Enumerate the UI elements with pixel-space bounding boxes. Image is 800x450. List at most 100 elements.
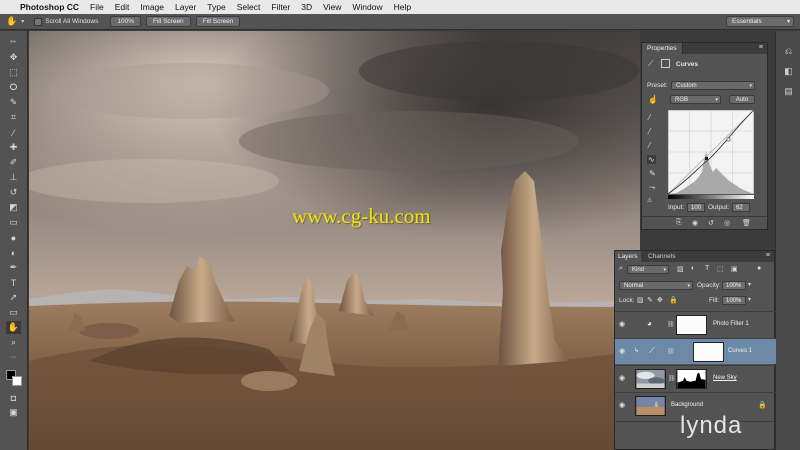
filter-pixel-icon[interactable]: ▨: [677, 265, 684, 273]
smooth-icon[interactable]: ⤳: [649, 183, 655, 193]
background-color-swatch[interactable]: [12, 376, 22, 386]
type-tool-icon[interactable]: T: [6, 276, 21, 289]
fill-chevron-icon[interactable]: ▾: [748, 296, 751, 303]
tab-channels[interactable]: Channels: [645, 251, 678, 262]
layer-mask-thumbnail[interactable]: [676, 315, 707, 335]
fill-screen-button-1[interactable]: Fill Screen: [145, 16, 191, 27]
visibility-eye-icon[interactable]: ◉: [619, 320, 628, 328]
path-selection-tool-icon[interactable]: ➚: [6, 291, 21, 304]
menu-image[interactable]: Image: [140, 2, 164, 12]
filter-type-icon[interactable]: T: [705, 265, 709, 272]
history-brush-tool-icon[interactable]: ↺: [6, 186, 21, 199]
filter-toggle-icon[interactable]: ●: [757, 265, 761, 272]
filter-shape-icon[interactable]: ⬚: [717, 265, 724, 273]
rectangle-tool-icon[interactable]: ▭: [6, 306, 21, 319]
move-tool-icon[interactable]: ✥: [6, 51, 21, 64]
layer-row-photo-filter[interactable]: ◉ ◕ ⛓ Photo Filter 1: [615, 311, 776, 337]
visibility-icon[interactable]: ◎: [724, 219, 730, 227]
panel-menu-icon[interactable]: ≡: [766, 252, 770, 259]
curves-graph[interactable]: [668, 110, 754, 194]
marquee-tool-icon[interactable]: ⬚: [6, 66, 21, 79]
on-image-adjust-icon[interactable]: ☝: [648, 95, 658, 104]
curve-point-mode-icon[interactable]: ∿: [647, 155, 656, 164]
gradient-tool-icon[interactable]: ▭: [6, 216, 21, 229]
menu-file[interactable]: File: [90, 2, 104, 12]
history-panel-icon[interactable]: ⎌: [782, 45, 795, 58]
document-canvas[interactable]: www.cg-ku.com: [29, 31, 640, 450]
tab-layers[interactable]: Layers: [615, 251, 641, 262]
layer-mask-thumbnail[interactable]: [693, 342, 724, 362]
lock-image-icon[interactable]: ✎: [647, 296, 653, 304]
pen-tool-icon[interactable]: ✒: [6, 261, 21, 274]
opacity-chevron-icon[interactable]: ▾: [748, 281, 751, 288]
menu-app-name[interactable]: Photoshop CC: [20, 2, 79, 12]
quick-select-tool-icon[interactable]: ✎: [6, 96, 21, 109]
layer-mask-thumbnail[interactable]: [676, 369, 707, 389]
auto-button[interactable]: Auto: [729, 95, 755, 104]
layer-row-new-sky[interactable]: ◉ ⛓ New Sky: [615, 365, 776, 391]
scroll-all-windows-checkbox[interactable]: [34, 17, 43, 26]
menu-3d[interactable]: 3D: [301, 2, 312, 12]
brush-tool-icon[interactable]: ✐: [6, 156, 21, 169]
sample-gray-eyedropper-icon[interactable]: ⁄: [649, 127, 650, 136]
reset-icon[interactable]: ↺: [708, 219, 714, 227]
zoom-100-button[interactable]: 100%: [110, 16, 141, 27]
menu-type[interactable]: Type: [207, 2, 225, 12]
channel-select[interactable]: RGB ▾: [670, 95, 721, 104]
filter-smart-object-icon[interactable]: ▣: [731, 265, 738, 273]
clip-to-layer-icon[interactable]: ⎘: [676, 219, 682, 227]
visibility-eye-icon[interactable]: ◉: [619, 374, 628, 382]
libraries-panel-icon[interactable]: ▤: [782, 85, 795, 98]
input-field[interactable]: 100: [687, 203, 705, 212]
preset-select[interactable]: Custom ▾: [671, 81, 755, 90]
sample-white-eyedropper-icon[interactable]: ⁄: [649, 141, 650, 150]
lasso-tool-icon[interactable]: ⵔ: [6, 81, 21, 94]
workspace-select[interactable]: Essentials ▾: [726, 16, 794, 27]
quick-mask-icon[interactable]: ◘: [6, 391, 21, 404]
properties-tab[interactable]: Properties: [642, 43, 683, 54]
eraser-tool-icon[interactable]: ◩: [6, 201, 21, 214]
layer-thumbnail[interactable]: [635, 396, 666, 416]
fill-screen-button-2[interactable]: Fill Screen: [195, 16, 241, 27]
lock-all-icon[interactable]: 🔒: [669, 296, 678, 304]
blur-tool-icon[interactable]: ●: [6, 231, 21, 244]
opacity-field[interactable]: 100%: [722, 281, 746, 290]
visibility-eye-icon[interactable]: ◉: [619, 401, 628, 409]
panel-collapse-icon[interactable]: ▸▸: [6, 35, 21, 48]
lock-position-icon[interactable]: ✥: [657, 296, 663, 304]
menu-view[interactable]: View: [323, 2, 341, 12]
filter-adjustment-icon[interactable]: ◐: [691, 265, 695, 272]
dodge-tool-icon[interactable]: ◐: [6, 246, 21, 259]
menu-window[interactable]: Window: [352, 2, 382, 12]
clone-stamp-tool-icon[interactable]: ⊥: [6, 171, 21, 184]
visibility-eye-icon[interactable]: ◉: [619, 347, 628, 355]
more-tools-icon[interactable]: ···: [6, 351, 21, 364]
panel-menu-icon[interactable]: ≡: [759, 44, 763, 51]
menu-edit[interactable]: Edit: [115, 2, 130, 12]
tool-preset-chevron-icon[interactable]: ▾: [21, 18, 24, 25]
menu-layer[interactable]: Layer: [175, 2, 196, 12]
layer-filter-select[interactable]: Kind ▾: [627, 265, 669, 274]
fill-field[interactable]: 100%: [722, 296, 746, 305]
hand-tool-icon[interactable]: ✋: [6, 321, 21, 334]
sample-black-eyedropper-icon[interactable]: ⁄: [649, 113, 650, 122]
zoom-tool-icon[interactable]: ⌕: [6, 336, 21, 349]
hand-tool-icon[interactable]: ✋: [6, 16, 17, 27]
output-field[interactable]: 62: [732, 203, 750, 212]
eyedropper-tool-icon[interactable]: ⁄: [6, 126, 21, 139]
pencil-mode-icon[interactable]: ✎: [649, 169, 656, 178]
healing-brush-tool-icon[interactable]: ✚: [6, 141, 21, 154]
mask-icon[interactable]: [661, 59, 670, 68]
screen-mode-icon[interactable]: ▣: [6, 406, 21, 419]
blend-mode-select[interactable]: Normal ▾: [619, 281, 693, 290]
clipping-warning-icon[interactable]: ⚠: [647, 197, 652, 204]
crop-tool-icon[interactable]: ⌗: [6, 111, 21, 124]
view-previous-icon[interactable]: ◉: [692, 219, 698, 227]
layer-row-curves[interactable]: ◉ ↳ ⟋ ⛓ Curves 1: [615, 338, 776, 364]
menu-select[interactable]: Select: [237, 2, 261, 12]
lock-transparent-icon[interactable]: ▨: [637, 296, 644, 304]
layer-thumbnail[interactable]: [635, 369, 666, 389]
adjustments-panel-icon[interactable]: ◧: [782, 65, 795, 78]
menu-help[interactable]: Help: [394, 2, 411, 12]
delete-icon[interactable]: 🗑: [742, 219, 751, 227]
